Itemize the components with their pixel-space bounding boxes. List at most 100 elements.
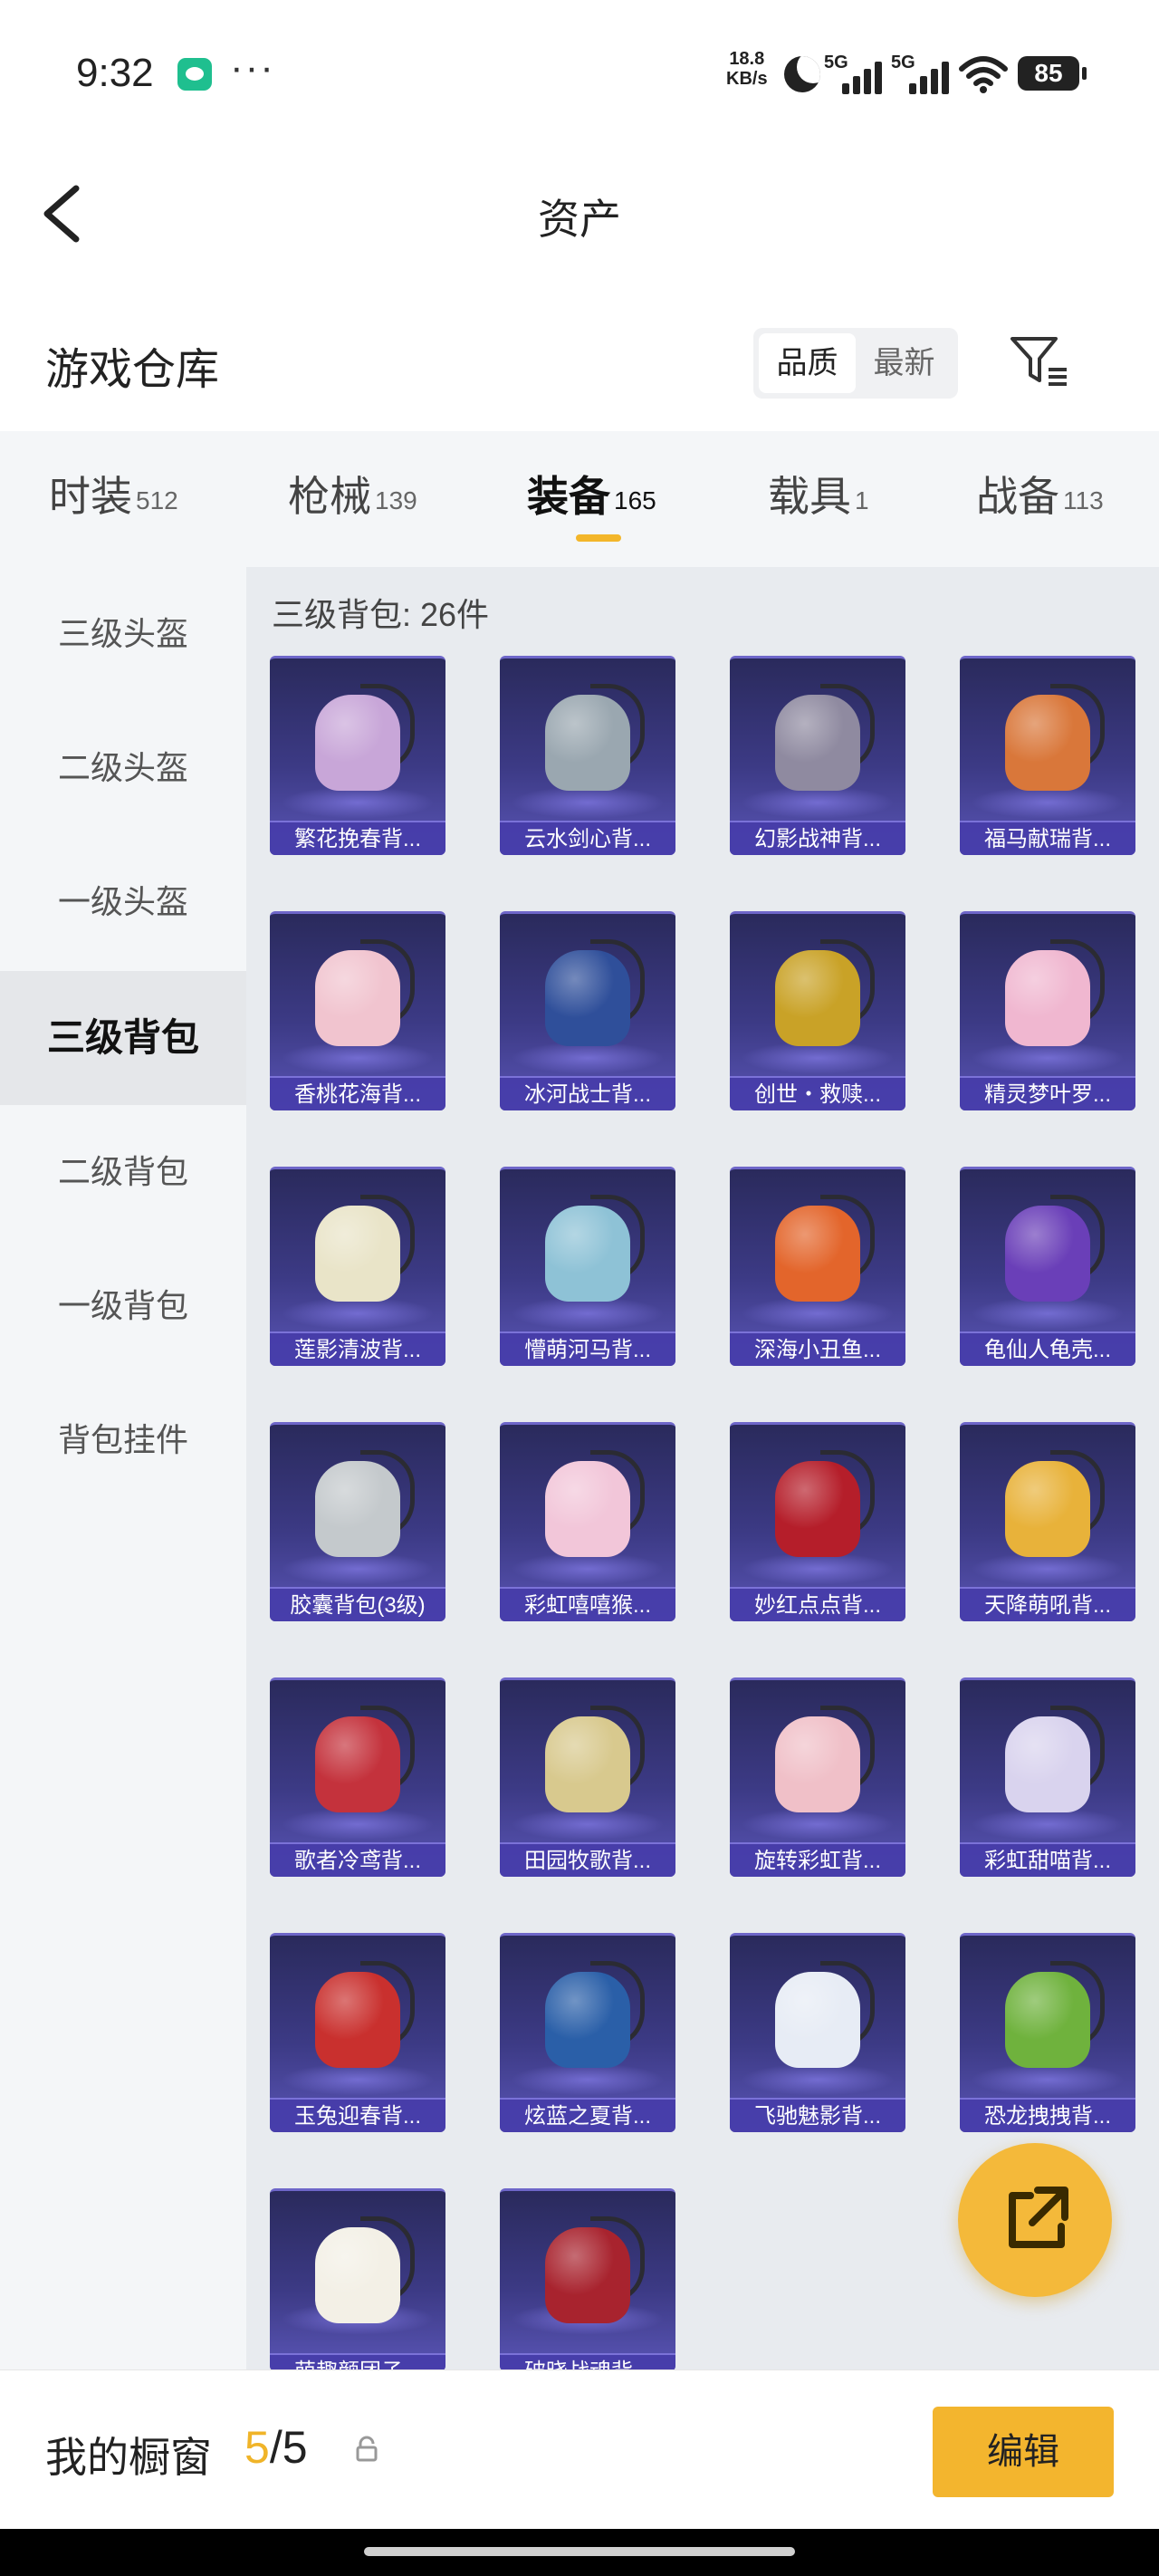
tab-label: 战备 — [976, 473, 1059, 520]
signal-label-1: 5G — [824, 53, 848, 72]
item-name: 旋转彩虹背... — [730, 1842, 905, 1877]
item-name: 精灵梦叶罗... — [960, 1076, 1135, 1110]
backpack-image — [775, 1972, 860, 2068]
item-name: 恐龙拽拽背... — [960, 2098, 1135, 2132]
backpack-image — [775, 950, 860, 1046]
item-card[interactable]: 田园牧歌背... — [500, 1677, 675, 1877]
sidebar-item-backpack-3[interactable]: 三级背包 — [0, 971, 246, 1105]
item-card[interactable]: 妙红点点背... — [730, 1422, 905, 1621]
sort-by-quality[interactable]: 品质 — [759, 333, 856, 393]
page-title: 资产 — [538, 196, 621, 243]
battery-icon: 85 — [1018, 56, 1087, 91]
backpack-image — [775, 1716, 860, 1812]
item-card[interactable]: 云水剑心背... — [500, 656, 675, 855]
item-name: 彩虹甜喵背... — [960, 1842, 1135, 1877]
sidebar-item-helmet-3[interactable]: 三级头盔 — [0, 567, 246, 701]
tab-label: 装备 — [527, 473, 610, 520]
section-label: 三级背包: 26件 — [272, 596, 490, 633]
showcase-count: 5/5 — [244, 2421, 308, 2474]
home-gesture-handle[interactable] — [364, 2547, 795, 2556]
showcase-current: 5 — [244, 2422, 270, 2473]
item-card[interactable]: 龟仙人龟壳... — [960, 1167, 1135, 1366]
tab-equipment[interactable]: 装备 165 — [527, 464, 656, 524]
item-card[interactable]: 彩虹嘻嘻猴... — [500, 1422, 675, 1621]
item-card[interactable]: 歌者冷鸢背... — [270, 1677, 445, 1877]
item-card[interactable]: 莲影清波背... — [270, 1167, 445, 1366]
item-card[interactable]: 彩虹甜喵背... — [960, 1677, 1135, 1877]
item-glow — [281, 1808, 435, 1841]
item-glow — [511, 1042, 665, 1074]
signal-icon-1: 5G — [824, 53, 893, 94]
share-button[interactable] — [958, 2143, 1112, 2297]
item-glow — [281, 1297, 435, 1330]
item-glow — [281, 1552, 435, 1585]
item-card[interactable]: 创世・救赎... — [730, 911, 905, 1110]
item-card[interactable]: 旋转彩虹背... — [730, 1677, 905, 1877]
tab-label: 枪械 — [288, 473, 371, 520]
tab-label: 载具 — [768, 473, 851, 520]
sidebar-item-backpack-2[interactable]: 二级背包 — [0, 1105, 246, 1239]
item-name: 飞驰魅影背... — [730, 2098, 905, 2132]
item-card[interactable]: 香桃花海背... — [270, 911, 445, 1110]
sidebar-item-helmet-2[interactable]: 二级头盔 — [0, 701, 246, 835]
signal-icon-2: 5G — [891, 53, 960, 94]
filter-icon[interactable] — [1009, 333, 1070, 388]
item-card[interactable]: 炫蓝之夏背... — [500, 1933, 675, 2132]
item-card[interactable]: 玉兔迎春背... — [270, 1933, 445, 2132]
showcase-bar: 我的橱窗 5/5 编辑 — [0, 2369, 1159, 2529]
tab-count: 113 — [1063, 485, 1104, 514]
sidebar-item-helmet-1[interactable]: 一级头盔 — [0, 835, 246, 969]
backpack-image — [315, 1461, 400, 1557]
backpack-image — [1005, 1461, 1090, 1557]
item-card[interactable]: 天降萌吼背... — [960, 1422, 1135, 1621]
sidebar-item-backpack-charm[interactable]: 背包挂件 — [0, 1373, 246, 1507]
backpack-image — [315, 1972, 400, 2068]
item-card[interactable]: 冰河战士背... — [500, 911, 675, 1110]
item-name: 香桃花海背... — [270, 1076, 445, 1110]
tab-fashion[interactable]: 时装 512 — [49, 464, 178, 524]
item-card[interactable]: 福马献瑞背... — [960, 656, 1135, 855]
item-glow — [281, 2063, 435, 2096]
tab-guns[interactable]: 枪械 139 — [288, 464, 417, 524]
backpack-image — [1005, 695, 1090, 791]
item-card[interactable]: 破晓战魂背... — [500, 2188, 675, 2371]
item-card[interactable]: 恐龙拽拽背... — [960, 1933, 1135, 2132]
item-name: 创世・救赎... — [730, 1076, 905, 1110]
sort-by-newest[interactable]: 最新 — [856, 333, 953, 393]
item-glow — [971, 2063, 1125, 2096]
item-name: 繁花挽春背... — [270, 821, 445, 855]
item-card[interactable]: 精灵梦叶罗... — [960, 911, 1135, 1110]
backpack-image — [775, 1206, 860, 1302]
item-card[interactable]: 胶囊背包(3级) — [270, 1422, 445, 1621]
status-bar: 9:32 ··· 18.8 KB/s 5G 5G 85 — [0, 0, 1159, 145]
backpack-image — [545, 2227, 630, 2323]
item-card[interactable]: 繁花挽春背... — [270, 656, 445, 855]
item-card[interactable]: 飞驰魅影背... — [730, 1933, 905, 2132]
item-card[interactable]: 深海小丑鱼... — [730, 1167, 905, 1366]
wifi-icon — [959, 56, 1008, 93]
sidebar-item-backpack-1[interactable]: 一级背包 — [0, 1239, 246, 1373]
item-glow — [971, 1552, 1125, 1585]
item-card[interactable]: 幻影战神背... — [730, 656, 905, 855]
tab-supplies[interactable]: 战备 113 — [976, 464, 1104, 524]
backpack-image — [545, 1716, 630, 1812]
item-card[interactable]: 懵萌河马背... — [500, 1167, 675, 1366]
item-card[interactable]: 萌趣颜团子... — [270, 2188, 445, 2371]
lock-icon — [356, 2436, 378, 2462]
item-name: 妙红点点背... — [730, 1587, 905, 1621]
item-glow — [511, 1297, 665, 1330]
edit-button[interactable]: 编辑 — [933, 2407, 1114, 2497]
tab-vehicles[interactable]: 载具 1 — [768, 464, 869, 524]
backpack-image — [775, 695, 860, 791]
network-speed-value: 18.8 — [729, 49, 765, 69]
backpack-image — [545, 695, 630, 791]
backpack-image — [1005, 1972, 1090, 2068]
backpack-image — [315, 695, 400, 791]
backpack-image — [315, 1716, 400, 1812]
item-glow — [741, 786, 895, 819]
share-icon — [1009, 2187, 1068, 2248]
item-glow — [511, 1808, 665, 1841]
category-tabs: 时装 512 枪械 139 装备 165 载具 1 战备 113 — [0, 431, 1159, 567]
item-glow — [281, 786, 435, 819]
item-glow — [741, 1552, 895, 1585]
